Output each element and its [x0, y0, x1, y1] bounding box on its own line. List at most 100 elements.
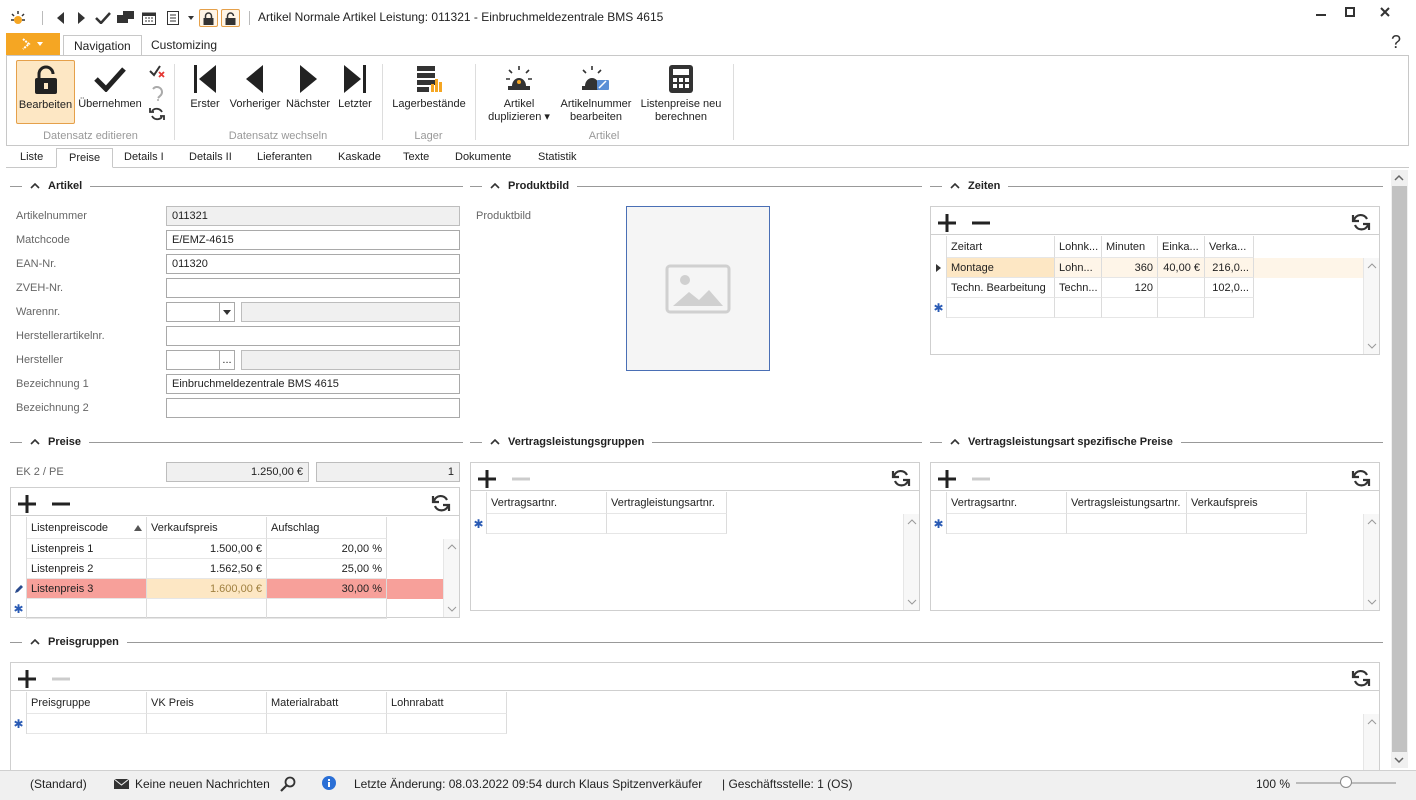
- stock-button[interactable]: Lagerbestände: [391, 60, 467, 111]
- matchcode-field[interactable]: E/EMZ-4615: [166, 230, 460, 250]
- duplicate-button[interactable]: Artikel duplizieren ▾: [483, 60, 555, 124]
- table-cell[interactable]: Techn. Bearbeitung: [947, 278, 1055, 298]
- close-icon[interactable]: [1370, 4, 1400, 20]
- table-cell[interactable]: 30,00 %: [267, 579, 387, 599]
- refresh-icon[interactable]: [891, 468, 911, 488]
- section-preise[interactable]: Preise: [10, 435, 463, 449]
- warennr-select[interactable]: [166, 302, 220, 322]
- section-preisgruppen[interactable]: Preisgruppen: [10, 635, 1383, 649]
- last-button[interactable]: Letzter: [335, 60, 375, 111]
- new-row-icon[interactable]: ✱: [11, 599, 27, 619]
- edit-article-number-button[interactable]: Artikelnummer bearbeiten: [557, 60, 635, 124]
- recalc-prices-button[interactable]: Listenpreise neu berechnen: [639, 60, 723, 124]
- preise-scrollbar[interactable]: [443, 539, 459, 617]
- first-button[interactable]: Erster: [185, 60, 225, 111]
- table-cell[interactable]: 1.600,00 €: [147, 579, 267, 599]
- table-cell[interactable]: Listenpreis 1: [27, 539, 147, 559]
- table-cell[interactable]: 40,00 €: [1158, 258, 1205, 278]
- calendar-icon[interactable]: [140, 9, 158, 27]
- app-icon[interactable]: [8, 9, 28, 27]
- table-cell[interactable]: 102,0...: [1205, 278, 1254, 298]
- tab-navigation[interactable]: Navigation: [63, 35, 142, 56]
- vlg-scrollbar[interactable]: [903, 514, 919, 610]
- accept-button[interactable]: Übernehmen: [77, 60, 143, 111]
- search-icon[interactable]: [280, 776, 296, 792]
- tab-customizing[interactable]: Customizing: [141, 35, 227, 56]
- zeiten-scrollbar[interactable]: [1363, 258, 1379, 354]
- product-image-box[interactable]: [626, 206, 770, 371]
- col-vertragleistungsartnr[interactable]: Vertragleistungsartnr.: [607, 492, 727, 514]
- vlsp-scrollbar[interactable]: [1363, 514, 1379, 610]
- add-icon[interactable]: [937, 469, 957, 489]
- remove-icon[interactable]: [51, 494, 71, 514]
- help-icon[interactable]: ?: [1391, 32, 1401, 53]
- add-icon[interactable]: [17, 494, 37, 514]
- ean-field[interactable]: 011320: [166, 254, 460, 274]
- col-materialrabatt[interactable]: Materialrabatt: [267, 692, 387, 714]
- col-aufschlag[interactable]: Aufschlag: [267, 517, 387, 539]
- add-icon[interactable]: [477, 469, 497, 489]
- section-zeiten[interactable]: Zeiten: [930, 179, 1383, 193]
- messages-status[interactable]: Keine neuen Nachrichten: [135, 777, 270, 791]
- col-lohnkosten[interactable]: Lohnk...: [1055, 236, 1102, 258]
- remove-icon[interactable]: [971, 213, 991, 233]
- minimize-icon[interactable]: [1306, 4, 1336, 20]
- section-vertragsleistungsart-preise[interactable]: Vertragsleistungsart spezifische Preise: [930, 435, 1383, 449]
- table-cell[interactable]: Techn...: [1055, 278, 1102, 298]
- edit-button[interactable]: Bearbeiten: [16, 60, 75, 124]
- messages-icon[interactable]: [116, 9, 136, 27]
- check-cancel-icon[interactable]: [149, 64, 165, 78]
- info-icon[interactable]: [322, 776, 336, 790]
- hersteller-lookup-button[interactable]: ...: [219, 350, 235, 370]
- tab-details-2[interactable]: Details II: [177, 148, 244, 168]
- tab-texte[interactable]: Texte: [391, 148, 441, 168]
- refresh-icon[interactable]: [149, 106, 165, 122]
- section-artikel[interactable]: Artikel: [10, 179, 463, 193]
- preisgruppen-scrollbar[interactable]: [1363, 714, 1379, 771]
- mail-icon[interactable]: [114, 778, 129, 790]
- artikelnummer-field[interactable]: 011321: [166, 206, 460, 226]
- table-cell[interactable]: 360: [1102, 258, 1158, 278]
- check-icon[interactable]: [94, 9, 112, 27]
- new-row-icon[interactable]: ✱: [11, 714, 27, 734]
- document-icon[interactable]: [164, 9, 182, 27]
- previous-button[interactable]: Vorheriger: [227, 60, 283, 111]
- table-cell[interactable]: 216,0...: [1205, 258, 1254, 278]
- col-lohnrabatt[interactable]: Lohnrabatt: [387, 692, 507, 714]
- undo-icon[interactable]: [150, 85, 164, 101]
- section-vertragsleistungsgruppen[interactable]: Vertragsleistungsgruppen: [470, 435, 922, 449]
- add-icon[interactable]: [937, 213, 957, 233]
- herstellerartnr-field[interactable]: [166, 326, 460, 346]
- tab-kaskade[interactable]: Kaskade: [326, 148, 393, 168]
- bezeichnung-2-field[interactable]: [166, 398, 460, 418]
- tab-liste[interactable]: Liste: [8, 148, 55, 168]
- section-produktbild[interactable]: Produktbild: [470, 179, 922, 193]
- refresh-icon[interactable]: [431, 493, 451, 513]
- bezeichnung-1-field[interactable]: Einbruchmeldezentrale BMS 4615: [166, 374, 460, 394]
- hersteller-field[interactable]: [166, 350, 220, 370]
- col-listenpreiscode[interactable]: Listenpreiscode: [27, 517, 147, 539]
- table-cell[interactable]: 1.562,50 €: [147, 559, 267, 579]
- prev-icon[interactable]: [54, 9, 68, 27]
- table-cell[interactable]: Montage: [947, 258, 1055, 278]
- refresh-icon[interactable]: [1351, 668, 1371, 688]
- table-cell[interactable]: 120: [1102, 278, 1158, 298]
- scroll-thumb[interactable]: [1392, 186, 1407, 752]
- col-verkauf[interactable]: Verka...: [1205, 236, 1254, 258]
- new-row-icon[interactable]: ✱: [471, 514, 487, 534]
- app-menu-button[interactable]: [6, 33, 60, 55]
- col-verkaufspreis[interactable]: Verkaufspreis: [1187, 492, 1307, 514]
- lock-icon[interactable]: [199, 9, 218, 27]
- col-vertragsartnr[interactable]: Vertragsartnr.: [947, 492, 1067, 514]
- tab-dokumente[interactable]: Dokumente: [443, 148, 523, 168]
- table-cell[interactable]: 1.500,00 €: [147, 539, 267, 559]
- table-cell[interactable]: 25,00 %: [267, 559, 387, 579]
- zveh-field[interactable]: [166, 278, 460, 298]
- col-preisgruppe[interactable]: Preisgruppe: [27, 692, 147, 714]
- col-verkaufspreis[interactable]: Verkaufspreis: [147, 517, 267, 539]
- col-zeitart[interactable]: Zeitart: [947, 236, 1055, 258]
- next-icon[interactable]: [74, 9, 88, 27]
- tab-statistik[interactable]: Statistik: [526, 148, 589, 168]
- new-row-icon[interactable]: ✱: [931, 298, 947, 318]
- table-cell[interactable]: 20,00 %: [267, 539, 387, 559]
